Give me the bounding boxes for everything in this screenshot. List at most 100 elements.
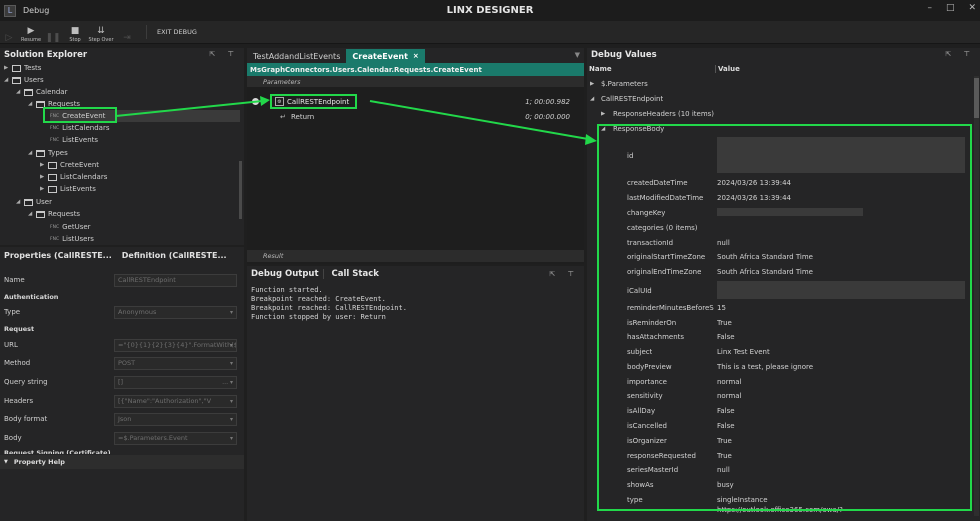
section-request-signing[interactable]: Request Signing (Certificate) [4,449,111,454]
value-row[interactable]: isOrganizer True [587,434,969,449]
value-row[interactable]: importance normal [587,375,969,390]
value-row[interactable]: changeKey [587,206,969,221]
column-name[interactable]: Name [589,65,612,73]
value-row[interactable]: seriesMasterId null [587,463,969,478]
stop-button[interactable]: ■ Stop [62,21,88,43]
value-row[interactable]: reminderMinutesBeforeS 15 [587,301,969,316]
prop-name-field[interactable]: CallRESTEndpoint [114,273,237,287]
minimize-button[interactable]: – [927,3,932,13]
value-row[interactable]: bodyPreview This is a test, please ignor… [587,360,969,375]
value-row[interactable]: originalStartTimeZone South Africa Stand… [587,250,969,265]
tree-item-getuser[interactable]: FNC GetUser [50,221,91,233]
prop-type-select[interactable]: Anonymous ▾ [114,305,237,319]
value-row[interactable]: lastModifiedDateTime 2024/03/26 13:39:44 [587,191,969,206]
tab-call-stack[interactable]: Call Stack [332,269,383,279]
pin-icon[interactable]: ⇱ ⊤ [549,270,579,278]
tree-item-user[interactable]: ◢ User [16,196,52,208]
value-row[interactable]: isCancelled False [587,419,969,434]
tree-item-tests[interactable]: ▶ Tests [4,62,41,74]
tab-properties[interactable]: Properties (CallRESTE... [4,251,112,260]
value-row[interactable]: sensitivity normal [587,389,969,404]
expand-icon[interactable]: ▶ [40,174,48,180]
value-row[interactable]: originalEndTimeZone South Africa Standar… [587,265,969,280]
value-row[interactable]: iCalUId [587,281,969,301]
prop-method-select[interactable]: POST ▾ [114,356,237,370]
maximize-button[interactable]: □ [946,3,955,13]
value-row-id[interactable]: id [587,136,969,176]
prop-bodyformat-select[interactable]: Json ▾ [114,412,237,426]
flow-step-return[interactable]: ↵ Return 0; 00:00.000 [247,110,584,123]
parameters-band[interactable]: Parameters [247,76,584,87]
exit-debug-button[interactable]: EXIT DEBUG [157,28,197,36]
tree-item-users[interactable]: ◢ Users [4,74,44,86]
tree-item-types[interactable]: ◢ Types [28,147,68,159]
value-row[interactable]: categories (0 items) [587,221,969,236]
collapse-icon[interactable]: ◢ [590,96,594,102]
result-band[interactable]: Result [247,250,584,262]
tree-item-listevents[interactable]: FNC ListEvents [50,134,98,146]
value-row[interactable]: transactionId null [587,236,969,251]
tab-debug-output[interactable]: Debug Output [251,269,324,279]
prop-url-field[interactable]: ="{0}{1}{2}{3}{4}".FormatWith($ ▾ [114,338,237,352]
collapse-icon[interactable]: ◢ [28,101,36,107]
pin-icon[interactable]: ⇱ ⊤ [209,50,239,58]
scrollbar-thumb[interactable] [974,78,979,118]
tree-item-createevent[interactable]: FNC CreateEvent [50,110,240,122]
tab-createevent[interactable]: CreateEvent × [346,49,425,63]
value-row-callrestendpoint[interactable]: ◢ CallRESTEndpoint [587,92,969,107]
callrestendpoint-node[interactable]: ⚙ CallRESTEndpoint [270,94,358,109]
pin-icon[interactable]: ⇱ ⊤ [945,50,975,58]
pause-button[interactable]: ❚❚ [44,21,62,43]
expand-icon[interactable]: ▶ [4,65,12,71]
value-row[interactable]: responseRequested True [587,449,969,464]
step-over-button[interactable]: ⇊ Step Over [88,21,114,43]
tree-item-calendar[interactable]: ◢ Calendar [16,86,67,98]
tree-item-type-listevents[interactable]: ▶ ListEvents [40,183,96,195]
section-request[interactable]: Request [4,325,34,333]
close-tab-icon[interactable]: × [413,52,419,60]
expand-icon[interactable]: ▶ [40,162,48,168]
value-row[interactable]: showAs busy [587,478,969,493]
collapse-icon[interactable]: ◢ [4,77,12,83]
tab-overflow-icon[interactable]: ▼ [575,51,580,59]
start-button[interactable]: ▷ [0,21,18,43]
value-row[interactable]: createdDateTime 2024/03/26 13:39:44 [587,176,969,191]
debug-values-scrollbar[interactable] [974,76,979,516]
property-help-bar[interactable]: ▼ Property Help [0,455,244,469]
resume-button[interactable]: ▶ Resume [18,21,44,43]
value-row[interactable]: isAllDay False [587,404,969,419]
flow-step-callrestendpoint[interactable]: ▸ ⚙ CallRESTEndpoint 1; 00:00.982 [247,94,584,109]
prop-headers-field[interactable]: [{"Name":"Authorization","V ▾ [114,394,237,408]
collapse-icon[interactable]: ◢ [16,89,24,95]
section-authentication[interactable]: Authentication [4,293,58,301]
tab-testaddandlistevents[interactable]: TestAddandListEvents [247,49,346,63]
expand-icon[interactable]: ▶ [40,186,48,192]
solution-explorer-scrollbar[interactable] [239,161,242,219]
collapse-icon[interactable]: ◢ [28,150,36,156]
value-row[interactable]: subject Linx Test Event [587,345,969,360]
tree-item-requests[interactable]: ◢ Requests [28,98,80,110]
expand-icon[interactable]: ▶ [601,111,605,117]
column-value[interactable]: Value [715,64,740,73]
breakpoint-icon[interactable] [252,98,259,105]
prop-query-field[interactable]: []… ▾ [114,375,237,389]
close-button[interactable]: ✕ [968,3,976,13]
step-into-button[interactable]: ⇥ [114,21,140,43]
collapse-icon[interactable]: ◢ [28,211,36,217]
value-row[interactable]: https://outlook.office365.com/owa/? [587,506,969,514]
collapse-icon[interactable]: ◢ [601,126,605,132]
tree-item-creteevent[interactable]: ▶ CreteEvent [40,159,99,171]
value-row[interactable]: hasAttachments False [587,330,969,345]
value-row-responsebody[interactable]: ◢ ResponseBody [587,122,969,137]
tab-definition[interactable]: Definition (CallRESTE... [122,251,227,260]
tree-item-listcalendars[interactable]: FNC ListCalendars [50,122,109,134]
value-row[interactable]: isReminderOn True [587,316,969,331]
collapse-icon[interactable]: ◢ [16,199,24,205]
tree-item-type-listcalendars[interactable]: ▶ ListCalendars [40,171,107,183]
expand-icon[interactable]: ▶ [590,81,594,87]
tree-item-user-requests[interactable]: ◢ Requests [28,208,80,220]
tree-item-listusers[interactable]: FNC ListUsers [50,233,94,245]
prop-body-field[interactable]: =$.Parameters.Event ▾ [114,431,237,445]
value-row-parameters[interactable]: ▶ $.Parameters [587,77,969,92]
value-row-responseheaders[interactable]: ▶ ResponseHeaders (10 items) [587,107,969,122]
